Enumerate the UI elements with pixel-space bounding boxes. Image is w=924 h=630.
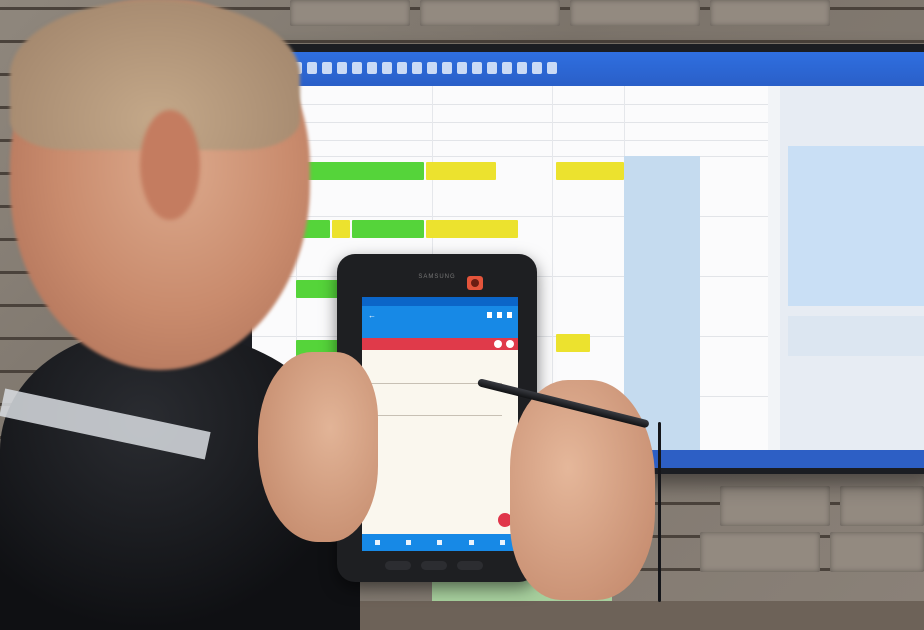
add-icon[interactable] — [494, 340, 502, 348]
left-hand — [258, 352, 378, 542]
brick — [840, 486, 924, 526]
edit-icon[interactable] — [487, 312, 492, 318]
brick — [830, 532, 924, 572]
stylus-tether — [658, 422, 661, 602]
task-bar[interactable] — [556, 162, 624, 180]
nav-icon[interactable] — [437, 540, 443, 545]
brick — [700, 532, 820, 572]
nav-icon[interactable] — [375, 540, 381, 545]
field-underline — [368, 415, 502, 416]
task-bar[interactable] — [556, 334, 590, 352]
hardware-button[interactable] — [421, 561, 447, 570]
ear — [140, 110, 200, 220]
more-icon[interactable] — [507, 312, 512, 318]
monitor-toolbar — [252, 52, 924, 86]
brick — [570, 0, 700, 26]
remove-icon[interactable] — [506, 340, 514, 348]
camera-icon — [467, 276, 483, 290]
brick — [720, 486, 830, 526]
nav-icon[interactable] — [406, 540, 412, 545]
nav-icon[interactable] — [499, 540, 505, 545]
brick — [710, 0, 830, 26]
task-bar[interactable] — [426, 220, 518, 238]
task-bar[interactable] — [332, 220, 350, 238]
hardware-button[interactable] — [457, 561, 483, 570]
right-hand — [510, 380, 655, 600]
tablet-brand: SAMSUNG — [418, 274, 456, 280]
bottom-nav — [362, 534, 518, 551]
hardware-button[interactable] — [385, 561, 411, 570]
brick — [420, 0, 560, 26]
hardware-buttons — [385, 561, 483, 570]
task-bar[interactable] — [426, 162, 496, 180]
nav-icon[interactable] — [468, 540, 474, 545]
section-bar — [362, 338, 518, 350]
header-actions — [487, 312, 512, 318]
tablet-screen: ← — [362, 297, 518, 551]
app-header: ← — [362, 306, 518, 338]
back-arrow-icon[interactable]: ← — [368, 311, 376, 320]
side-panel — [780, 86, 924, 468]
task-bar[interactable] — [352, 220, 424, 238]
status-bar — [362, 297, 518, 306]
save-icon[interactable] — [497, 312, 502, 318]
